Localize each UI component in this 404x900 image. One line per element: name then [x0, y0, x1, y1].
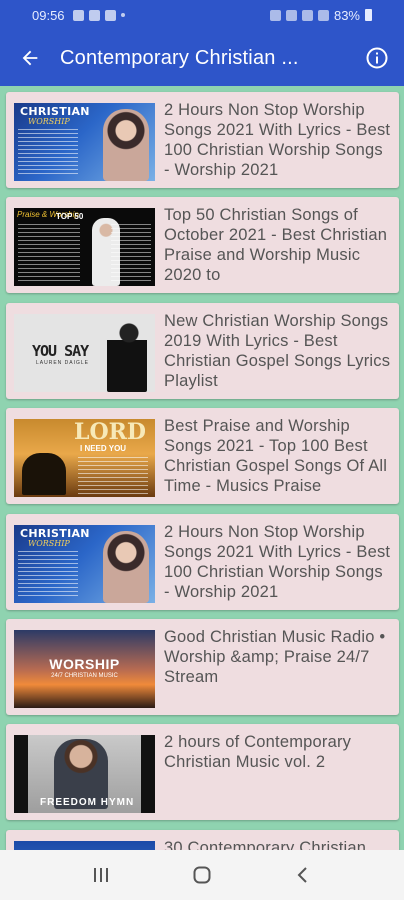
alarm-icon: [269, 9, 281, 21]
back-button[interactable]: [0, 30, 60, 86]
thumbnail-text: YOU SAY: [32, 342, 89, 360]
arrow-back-icon: [22, 50, 38, 66]
thumbnail-text: WORSHIP: [49, 656, 120, 672]
video-item[interactable]: YOU SAY LAUREN DAIGLE New Christian Wors…: [6, 303, 399, 399]
song-list-graphic: [18, 129, 78, 177]
status-bar: 09:56 83%: [0, 0, 404, 30]
mute-icon: [285, 9, 297, 21]
video-thumbnail: WORSHIP 24/7 CHRISTIAN MUSIC: [14, 630, 155, 708]
video-title: Best Praise and Worship Songs 2021 - Top…: [164, 417, 388, 495]
thumbnail-subtext: LAUREN DAIGLE: [36, 360, 90, 366]
artist-photo: [103, 531, 149, 603]
video-thumbnail: FREEDOM HYMN: [14, 735, 155, 813]
video-thumbnail: Praise & Worship TOP 50: [14, 208, 155, 286]
video-title: New Christian Worship Songs 2019 With Ly…: [164, 312, 391, 390]
system-icons: 83%: [269, 7, 372, 23]
video-item[interactable]: 30 Contemporary Christian: [6, 830, 399, 850]
song-list-graphic: [18, 224, 80, 282]
thumbnail-subtext: TOP 50: [56, 212, 84, 221]
notification-icon: [72, 9, 84, 21]
thumbnail-subtext: I NEED YOU: [80, 444, 127, 453]
video-thumbnail: LORD I NEED YOU: [14, 419, 155, 497]
video-thumbnail: CHRISTIAN WORSHIP: [14, 525, 155, 603]
video-item[interactable]: CHRISTIAN WORSHIP 2 Hours Non Stop Worsh…: [6, 92, 399, 188]
video-title: 2 Hours Non Stop Worship Songs 2021 With…: [164, 101, 391, 179]
thumbnail-subtext: WORSHIP: [28, 539, 70, 548]
song-list-graphic: [18, 551, 78, 599]
artist-photo: [103, 109, 149, 181]
song-list-graphic: [111, 224, 151, 282]
nav-back-button[interactable]: [283, 855, 323, 895]
notification-icons: [72, 9, 125, 21]
thumbnail-subtext: WORSHIP: [28, 117, 70, 126]
song-list-graphic: [78, 457, 148, 495]
app-bar: Contemporary Christian ...: [0, 30, 404, 86]
thumbnail-text: LORD: [74, 419, 146, 445]
signal-icon: [317, 9, 329, 21]
wifi-icon: [301, 9, 313, 21]
info-button[interactable]: [350, 30, 404, 86]
video-item[interactable]: CHRISTIAN WORSHIP 2 Hours Non Stop Worsh…: [6, 514, 399, 610]
video-title: 2 Hours Non Stop Worship Songs 2021 With…: [164, 523, 391, 601]
recents-icon: [93, 868, 108, 882]
thumbnail-text: FREEDOM HYMN: [40, 797, 135, 808]
artist-photo: [107, 320, 147, 392]
status-time: 09:56: [32, 7, 65, 23]
video-title: 2 hours of Contemporary Christian Music …: [164, 733, 352, 771]
video-item[interactable]: Praise & Worship TOP 50 Top 50 Christian…: [6, 197, 399, 293]
battery-percent: 83%: [333, 7, 360, 23]
home-button[interactable]: [182, 855, 222, 895]
video-item[interactable]: LORD I NEED YOU Best Praise and Worship …: [6, 408, 399, 504]
thumbnail-subtext: 24/7 CHRISTIAN MUSIC: [51, 673, 118, 679]
notification-icon: [104, 9, 116, 21]
video-title: Good Christian Music Radio • Worship &am…: [164, 628, 386, 686]
more-notifications-icon: [120, 13, 125, 17]
kneeling-figure: [22, 453, 66, 495]
notification-icon: [88, 9, 100, 21]
video-title: Top 50 Christian Songs of October 2021 -…: [164, 206, 388, 284]
battery-icon: [365, 9, 372, 21]
nav-back-icon: [297, 867, 308, 883]
home-icon: [193, 866, 211, 884]
info-icon: [366, 47, 388, 69]
recents-button[interactable]: [81, 855, 121, 895]
video-title: 30 Contemporary Christian: [164, 839, 367, 850]
video-thumbnail: CHRISTIAN WORSHIP: [14, 103, 155, 181]
video-thumbnail: [14, 841, 155, 850]
page-title: Contemporary Christian ...: [60, 46, 299, 69]
system-navigation-bar: [0, 850, 404, 900]
video-item[interactable]: WORSHIP 24/7 CHRISTIAN MUSIC Good Christ…: [6, 619, 399, 715]
video-thumbnail: YOU SAY LAUREN DAIGLE: [14, 314, 155, 392]
video-list: CHRISTIAN WORSHIP 2 Hours Non Stop Worsh…: [0, 86, 404, 850]
video-item[interactable]: FREEDOM HYMN 2 hours of Contemporary Chr…: [6, 724, 399, 820]
